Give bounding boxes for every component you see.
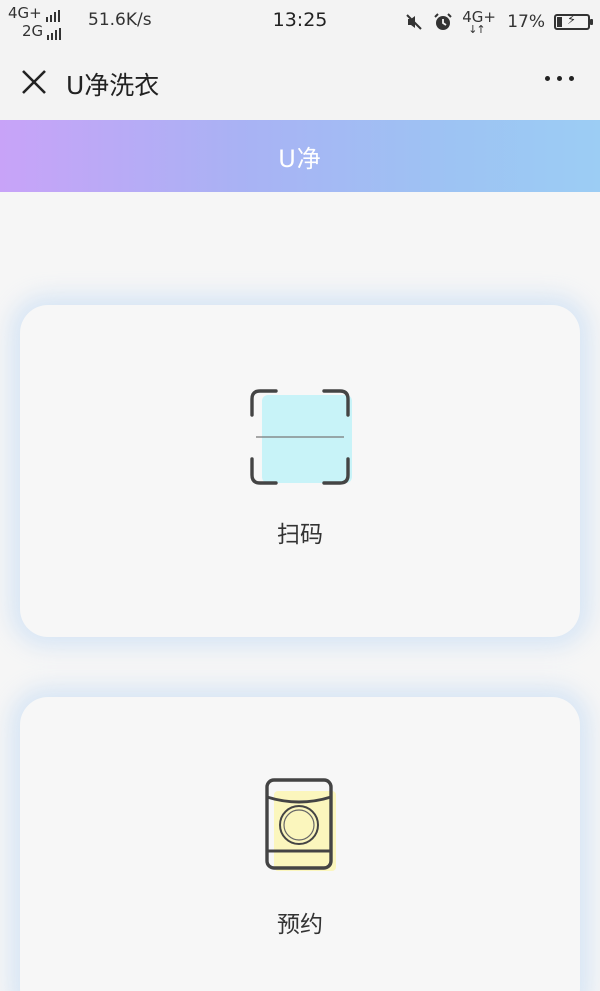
scan-label: 扫码 <box>277 522 323 548</box>
signal-bars-icon <box>47 28 62 40</box>
page-title: U净洗衣 <box>66 71 160 100</box>
header-title: U净 <box>278 144 322 173</box>
battery-percent: 17% <box>507 12 545 32</box>
status-bar: 4G+ 2G 51.6K/s 13:25 4G+ ↓↑ 17% ⚡ <box>0 0 600 44</box>
network-type-right: 4G+ ↓↑ <box>462 8 498 36</box>
washing-machine-icon <box>265 778 336 871</box>
network-type-primary: 4G+ <box>8 4 42 22</box>
scan-qr-icon <box>250 389 352 485</box>
alarm-icon <box>434 13 452 30</box>
app-header: U净 <box>0 120 600 192</box>
close-icon[interactable] <box>18 66 50 98</box>
more-options-icon[interactable] <box>545 76 574 81</box>
mute-icon <box>406 14 422 30</box>
booking-card[interactable]: 预约 <box>20 697 580 991</box>
battery-icon: ⚡ <box>554 13 593 30</box>
scan-card[interactable]: 扫码 <box>20 305 580 637</box>
booking-label: 预约 <box>277 912 323 938</box>
network-indicator: 4G+ 2G <box>8 4 80 40</box>
title-bar: U净洗衣 <box>0 44 600 120</box>
data-arrows-icon: ↓↑ <box>468 23 485 36</box>
network-type-secondary: 2G <box>22 22 44 40</box>
signal-bars-icon <box>45 10 60 22</box>
network-speed: 51.6K/s <box>88 10 152 30</box>
clock: 13:25 <box>272 9 328 31</box>
